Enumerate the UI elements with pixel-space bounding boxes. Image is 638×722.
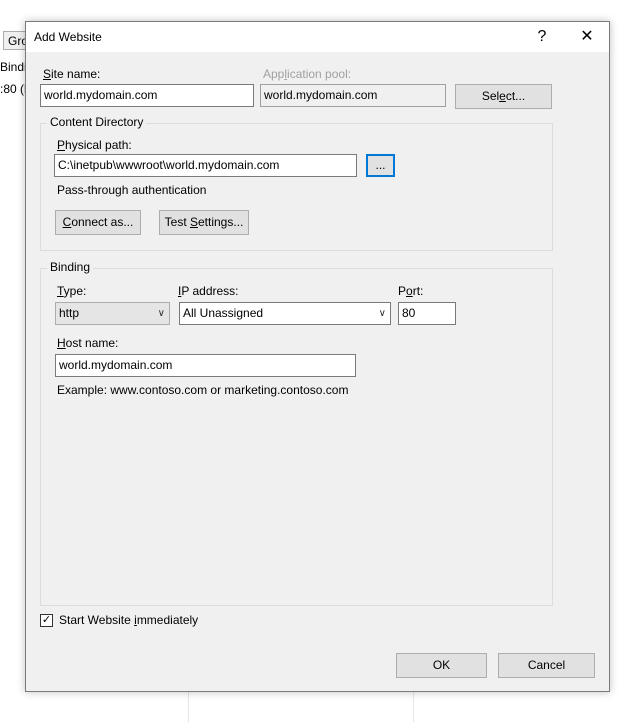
connect-as-button[interactable]: Connect as...: [55, 210, 141, 235]
test-settings-button[interactable]: Test Settings...: [159, 210, 249, 235]
host-name-label: Host name:: [57, 336, 119, 350]
ip-address-dropdown[interactable]: All Unassigned ∨: [179, 302, 391, 325]
dialog-title: Add Website: [34, 30, 102, 44]
port-label: Port:: [398, 284, 424, 298]
background-divider: [188, 692, 189, 722]
close-button[interactable]: ✕: [565, 22, 609, 52]
host-name-input[interactable]: world.mydomain.com: [55, 354, 356, 377]
help-button[interactable]: ?: [520, 22, 564, 52]
port-input[interactable]: 80: [398, 302, 456, 325]
content-directory-title: Content Directory: [47, 115, 147, 129]
type-label: Type:: [57, 284, 87, 298]
chevron-down-icon: ∨: [157, 308, 165, 319]
help-icon: ?: [537, 28, 547, 45]
ok-button[interactable]: OK: [396, 653, 487, 678]
title-bar: Add Website ? ✕: [26, 22, 609, 52]
select-app-pool-button[interactable]: Select...: [455, 84, 552, 109]
checkmark-icon: ✓: [41, 614, 52, 626]
application-pool-label: Application pool:: [263, 67, 352, 81]
cancel-button[interactable]: Cancel: [498, 653, 595, 678]
close-icon: ✕: [580, 28, 594, 45]
browse-path-button[interactable]: ...: [366, 154, 395, 177]
site-name-label: Site name:: [43, 67, 101, 81]
start-website-checkbox[interactable]: ✓: [40, 614, 53, 627]
physical-path-input[interactable]: C:\inetpub\wwwroot\world.mydomain.com: [54, 154, 357, 177]
start-website-label[interactable]: Start Website immediately: [59, 613, 198, 627]
background-divider: [413, 692, 414, 722]
type-dropdown[interactable]: http ∨: [55, 302, 170, 325]
chevron-down-icon: ∨: [378, 308, 386, 319]
site-name-input[interactable]: world.mydomain.com: [40, 84, 254, 107]
binding-title: Binding: [47, 260, 94, 274]
application-pool-field: world.mydomain.com: [260, 84, 446, 107]
physical-path-label: Physical path:: [57, 138, 132, 152]
ip-address-label: IP address:: [178, 284, 239, 298]
pass-through-authentication-label: Pass-through authentication: [57, 183, 207, 197]
add-website-dialog: Add Website ? ✕ Site name: world.mydomai…: [25, 21, 610, 692]
host-name-example: Example: www.contoso.com or marketing.co…: [57, 383, 349, 397]
